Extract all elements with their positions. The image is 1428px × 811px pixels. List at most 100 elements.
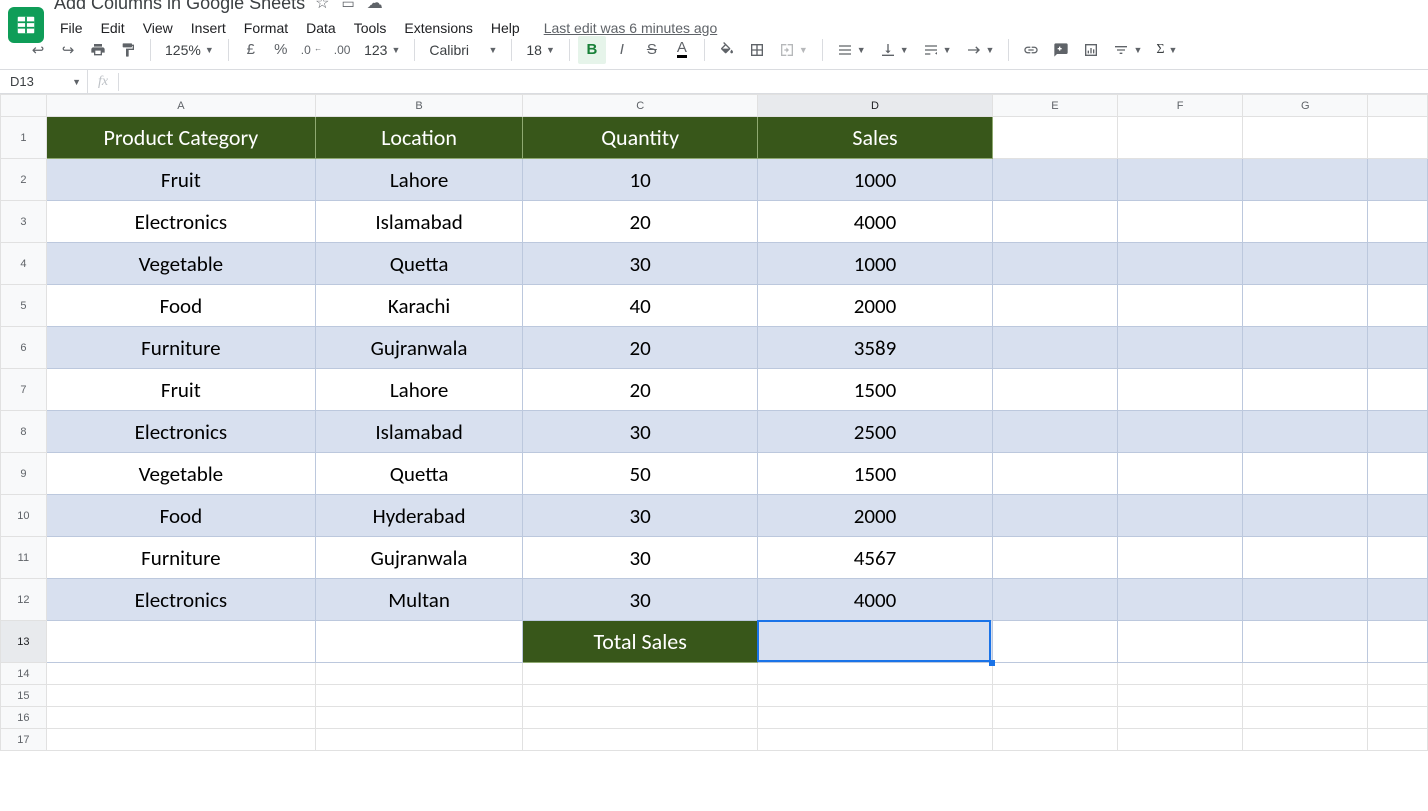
- empty-cell[interactable]: [1368, 707, 1428, 729]
- empty-cell[interactable]: [1118, 729, 1243, 751]
- row-header[interactable]: 12: [1, 579, 47, 621]
- cell[interactable]: Electronics: [46, 201, 315, 243]
- zoom-dropdown[interactable]: 125%▼: [159, 36, 220, 64]
- text-color-button[interactable]: A: [668, 36, 696, 64]
- cell[interactable]: 2500: [758, 411, 993, 453]
- select-all-corner[interactable]: [1, 95, 47, 117]
- row-header[interactable]: 7: [1, 369, 47, 411]
- cell[interactable]: Hyderabad: [315, 495, 522, 537]
- empty-cell[interactable]: [1243, 369, 1368, 411]
- row-header[interactable]: 13: [1, 621, 47, 663]
- percent-button[interactable]: %: [267, 36, 295, 64]
- horizontal-align-dropdown[interactable]: ▼: [831, 36, 872, 64]
- empty-cell[interactable]: [992, 453, 1117, 495]
- empty-cell[interactable]: [1368, 685, 1428, 707]
- empty-cell[interactable]: [315, 663, 522, 685]
- font-size-dropdown[interactable]: 18▼: [520, 36, 561, 64]
- vertical-align-dropdown[interactable]: ▼: [874, 36, 915, 64]
- cell[interactable]: Gujranwala: [315, 327, 522, 369]
- cell[interactable]: 1500: [758, 453, 993, 495]
- empty-cell[interactable]: [1368, 201, 1428, 243]
- cell[interactable]: Furniture: [46, 327, 315, 369]
- col-header-C[interactable]: C: [523, 95, 758, 117]
- empty-cell[interactable]: [992, 685, 1117, 707]
- cell[interactable]: Lahore: [315, 369, 522, 411]
- empty-cell[interactable]: [1118, 495, 1243, 537]
- formula-bar-input[interactable]: [119, 70, 1428, 93]
- empty-cell[interactable]: [46, 707, 315, 729]
- cell[interactable]: Food: [46, 285, 315, 327]
- empty-cell[interactable]: [1243, 117, 1368, 159]
- row-header[interactable]: 15: [1, 685, 47, 707]
- row-header[interactable]: 16: [1, 707, 47, 729]
- total-sales-value-cell[interactable]: [758, 621, 993, 663]
- empty-cell[interactable]: [1368, 621, 1428, 663]
- empty-cell[interactable]: [1368, 243, 1428, 285]
- empty-cell[interactable]: [315, 707, 522, 729]
- col-header-B[interactable]: B: [315, 95, 522, 117]
- cell[interactable]: Islamabad: [315, 201, 522, 243]
- empty-cell[interactable]: [992, 537, 1117, 579]
- empty-cell[interactable]: [1118, 159, 1243, 201]
- spreadsheet-grid[interactable]: A B C D E F G 1 Product Category Locatio…: [0, 94, 1428, 751]
- cell[interactable]: Fruit: [46, 369, 315, 411]
- empty-cell[interactable]: [992, 285, 1117, 327]
- row-header[interactable]: 3: [1, 201, 47, 243]
- cell[interactable]: 3589: [758, 327, 993, 369]
- empty-cell[interactable]: [992, 411, 1117, 453]
- cell[interactable]: Vegetable: [46, 453, 315, 495]
- cell[interactable]: 4000: [758, 579, 993, 621]
- fill-color-button[interactable]: [713, 36, 741, 64]
- empty-cell[interactable]: [1118, 453, 1243, 495]
- empty-cell[interactable]: [1243, 159, 1368, 201]
- empty-cell[interactable]: [1243, 685, 1368, 707]
- cell[interactable]: Multan: [315, 579, 522, 621]
- row-header[interactable]: 11: [1, 537, 47, 579]
- empty-cell[interactable]: [46, 621, 315, 663]
- row-header[interactable]: 9: [1, 453, 47, 495]
- cell[interactable]: 20: [523, 369, 758, 411]
- empty-cell[interactable]: [1243, 243, 1368, 285]
- cell[interactable]: 40: [523, 285, 758, 327]
- cell[interactable]: 20: [523, 327, 758, 369]
- empty-cell[interactable]: [1243, 453, 1368, 495]
- document-title[interactable]: Add Columns in Google Sheets: [52, 0, 305, 14]
- empty-cell[interactable]: [1368, 369, 1428, 411]
- empty-cell[interactable]: [1368, 411, 1428, 453]
- table-header[interactable]: Location: [315, 117, 522, 159]
- empty-cell[interactable]: [1118, 369, 1243, 411]
- empty-cell[interactable]: [523, 663, 758, 685]
- empty-cell[interactable]: [1243, 495, 1368, 537]
- empty-cell[interactable]: [1118, 685, 1243, 707]
- empty-cell[interactable]: [1368, 663, 1428, 685]
- empty-cell[interactable]: [992, 159, 1117, 201]
- increase-decimal-button[interactable]: .00: [328, 36, 356, 64]
- empty-cell[interactable]: [992, 621, 1117, 663]
- cell[interactable]: Lahore: [315, 159, 522, 201]
- col-header-G[interactable]: G: [1243, 95, 1368, 117]
- filter-dropdown[interactable]: ▼: [1107, 36, 1148, 64]
- empty-cell[interactable]: [1243, 729, 1368, 751]
- cell[interactable]: 30: [523, 495, 758, 537]
- last-edit-link[interactable]: Last edit was 6 minutes ago: [544, 20, 718, 36]
- empty-cell[interactable]: [758, 663, 993, 685]
- row-header[interactable]: 14: [1, 663, 47, 685]
- empty-cell[interactable]: [1118, 621, 1243, 663]
- insert-chart-button[interactable]: [1077, 36, 1105, 64]
- cloud-status-icon[interactable]: ☁: [367, 0, 383, 13]
- empty-cell[interactable]: [1243, 285, 1368, 327]
- empty-cell[interactable]: [1243, 201, 1368, 243]
- empty-cell[interactable]: [1243, 663, 1368, 685]
- functions-dropdown[interactable]: Σ▼: [1150, 36, 1183, 64]
- row-header[interactable]: 5: [1, 285, 47, 327]
- table-header[interactable]: Sales: [758, 117, 993, 159]
- cell[interactable]: 50: [523, 453, 758, 495]
- empty-cell[interactable]: [1118, 201, 1243, 243]
- empty-cell[interactable]: [315, 621, 522, 663]
- cell[interactable]: 2000: [758, 285, 993, 327]
- row-header[interactable]: 2: [1, 159, 47, 201]
- empty-cell[interactable]: [523, 685, 758, 707]
- row-header[interactable]: 8: [1, 411, 47, 453]
- table-header[interactable]: Quantity: [523, 117, 758, 159]
- merge-cells-dropdown[interactable]: ▼: [773, 36, 814, 64]
